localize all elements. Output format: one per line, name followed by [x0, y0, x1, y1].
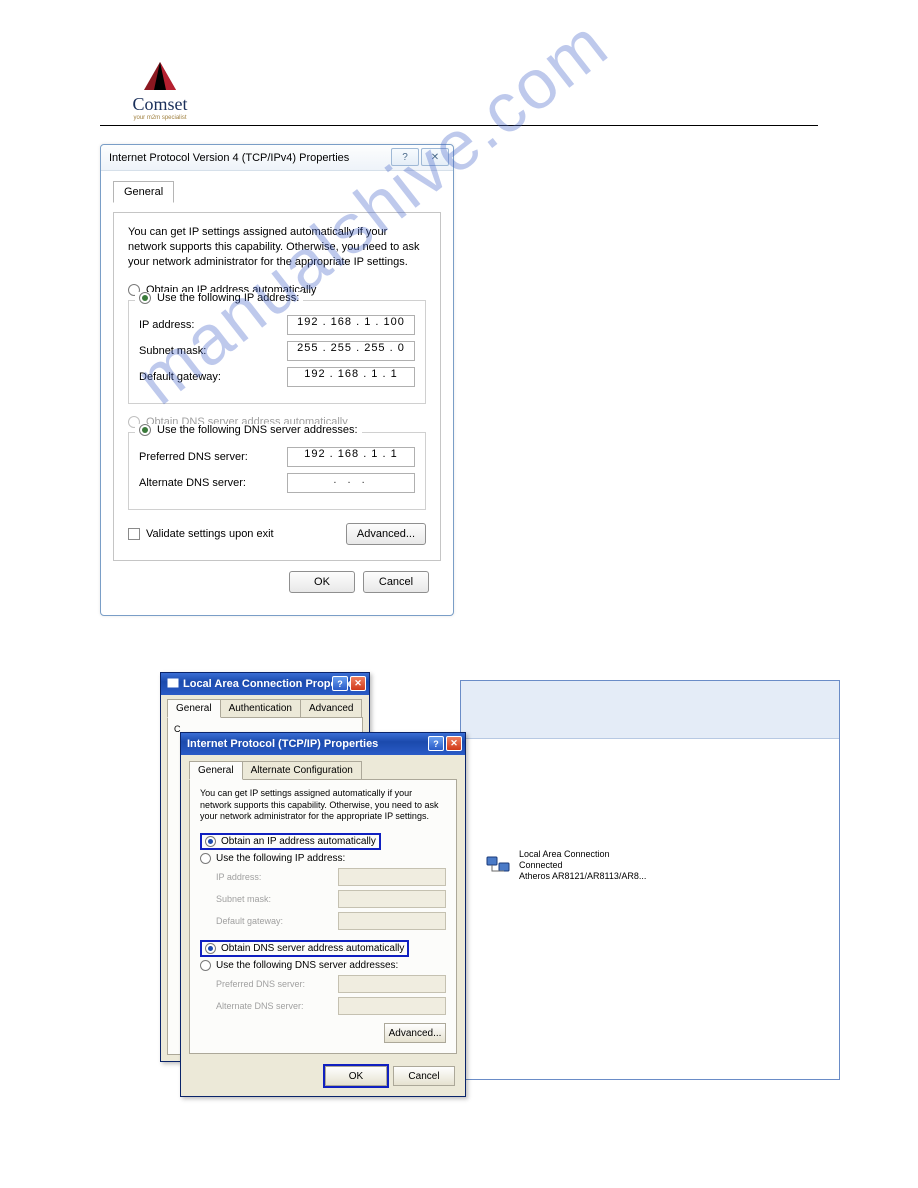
radio-icon — [200, 853, 211, 864]
ok-button[interactable]: OK — [289, 571, 355, 593]
close-button[interactable]: ✕ — [421, 148, 449, 166]
header-divider — [100, 125, 818, 126]
tab-advanced[interactable]: Advanced — [300, 699, 362, 718]
gateway-input — [338, 912, 446, 930]
radio-manual-dns-label: Use the following DNS server addresses: — [216, 960, 398, 971]
explorer-window: Local Area Connection Connected Atheros … — [460, 680, 840, 1080]
tab-general[interactable]: General — [167, 699, 221, 718]
pref-dns-label: Preferred DNS server: — [139, 451, 287, 463]
radio-manual-dns-label: Use the following DNS server addresses: — [157, 424, 358, 436]
pref-dns-input[interactable]: 192 . 168 . 1 . 1 — [287, 447, 415, 467]
help-button[interactable]: ? — [332, 676, 348, 691]
ip-address-input[interactable]: 192 . 168 . 1 . 100 — [287, 315, 415, 335]
cancel-button[interactable]: Cancel — [393, 1066, 455, 1086]
alt-dns-label: Alternate DNS server: — [139, 477, 287, 489]
ipv4-properties-dialog: Internet Protocol Version 4 (TCP/IPv4) P… — [100, 144, 454, 616]
radio-icon — [200, 960, 211, 971]
pref-dns-label: Preferred DNS server: — [216, 979, 338, 989]
radio-auto-dns-label: Obtain DNS server address automatically — [221, 943, 404, 954]
tcpip-properties-dialog: Internet Protocol (TCP/IP) Properties ? … — [180, 732, 466, 1097]
tcpip-title: Internet Protocol (TCP/IP) Properties — [187, 738, 378, 750]
info-text: You can get IP settings assigned automat… — [128, 225, 426, 270]
info-text: You can get IP settings assigned automat… — [200, 788, 446, 823]
brand-logo: Comset your m2m specialist — [100, 60, 220, 121]
dialog-titlebar[interactable]: Internet Protocol Version 4 (TCP/IPv4) P… — [101, 145, 453, 171]
radio-manual-dns[interactable]: Use the following DNS server addresses: — [200, 960, 446, 971]
lac-title-icon — [167, 677, 179, 692]
conn-name: Local Area Connection — [519, 849, 646, 860]
help-button[interactable]: ? — [391, 148, 419, 166]
alt-dns-label: Alternate DNS server: — [216, 1001, 338, 1011]
logo-text: Comset — [132, 94, 187, 115]
tab-general[interactable]: General — [113, 181, 174, 203]
network-icon — [485, 853, 513, 877]
checkbox-icon — [128, 528, 140, 540]
ip-address-label: IP address: — [216, 872, 338, 882]
subnet-input — [338, 890, 446, 908]
gateway-input[interactable]: 192 . 168 . 1 . 1 — [287, 367, 415, 387]
radio-icon — [205, 836, 216, 847]
network-connection-item[interactable]: Local Area Connection Connected Atheros … — [485, 849, 646, 881]
alt-dns-input — [338, 997, 446, 1015]
radio-icon[interactable] — [139, 424, 151, 436]
radio-manual-ip-label: Use the following IP address: — [157, 292, 299, 304]
tab-authentication[interactable]: Authentication — [220, 699, 301, 718]
validate-label: Validate settings upon exit — [146, 528, 274, 540]
radio-auto-ip-highlight[interactable]: Obtain an IP address automatically — [200, 833, 381, 850]
radio-manual-ip-label: Use the following IP address: — [216, 853, 345, 864]
subnet-label: Subnet mask: — [139, 345, 287, 357]
subnet-label: Subnet mask: — [216, 894, 338, 904]
conn-status: Connected — [519, 860, 646, 871]
tab-general[interactable]: General — [189, 761, 243, 780]
pref-dns-input — [338, 975, 446, 993]
tab-alt-config[interactable]: Alternate Configuration — [242, 761, 362, 780]
ip-address-input — [338, 868, 446, 886]
radio-icon — [205, 943, 216, 954]
radio-auto-dns-highlight[interactable]: Obtain DNS server address automatically — [200, 940, 409, 957]
logo-tagline: your m2m specialist — [133, 115, 186, 121]
tcpip-titlebar[interactable]: Internet Protocol (TCP/IP) Properties ? … — [181, 733, 465, 755]
alt-dns-input[interactable]: . . . — [287, 473, 415, 493]
help-button[interactable]: ? — [428, 736, 444, 751]
close-button[interactable]: ✕ — [350, 676, 366, 691]
close-button[interactable]: ✕ — [446, 736, 462, 751]
gateway-label: Default gateway: — [216, 916, 338, 926]
ip-address-label: IP address: — [139, 319, 287, 331]
radio-auto-ip-label: Obtain an IP address automatically — [221, 836, 376, 847]
radio-manual-ip[interactable]: Use the following IP address: — [200, 853, 446, 864]
gateway-label: Default gateway: — [139, 371, 287, 383]
advanced-button[interactable]: Advanced... — [384, 1023, 446, 1043]
logo-icon — [140, 60, 180, 92]
dialog-title: Internet Protocol Version 4 (TCP/IPv4) P… — [109, 152, 349, 164]
advanced-button[interactable]: Advanced... — [346, 523, 426, 545]
validate-checkbox[interactable]: Validate settings upon exit — [128, 528, 274, 540]
conn-adapter: Atheros AR8121/AR8113/AR8... — [519, 871, 646, 882]
cancel-button[interactable]: Cancel — [363, 571, 429, 593]
ok-button[interactable]: OK — [325, 1066, 387, 1086]
radio-icon[interactable] — [139, 292, 151, 304]
lac-titlebar[interactable]: Local Area Connection Properties ? ✕ — [161, 673, 369, 695]
subnet-input[interactable]: 255 . 255 . 255 . 0 — [287, 341, 415, 361]
